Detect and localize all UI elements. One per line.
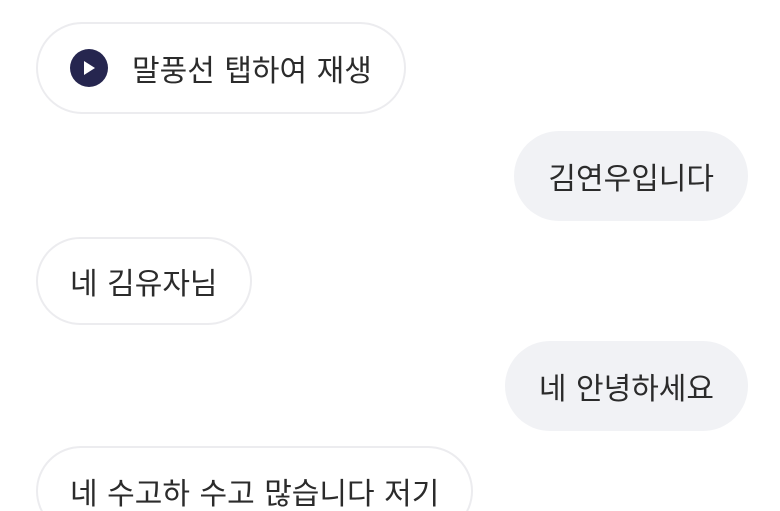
message-text: 네 안녕하세요 [538,372,714,407]
message-bubble-outgoing[interactable]: 네 안녕하세요 [504,341,748,431]
play-icon[interactable] [70,49,108,87]
message-bubble-incoming[interactable]: 네 수고하 수고 많습니다 저기 [36,446,474,511]
message-text: 네 김유자님 [70,267,218,302]
play-hint-bubble[interactable]: 말풍선 탭하여 재생 [36,22,406,114]
message-text: 네 수고하 수고 많습니다 저기 [70,477,440,511]
chat-transcript: 말풍선 탭하여 재생 김연우입니다 네 김유자님 네 안녕하세요 네 수고하 수… [0,0,780,511]
message-bubble-incoming[interactable]: 네 김유자님 [36,237,252,325]
message-text: 김연우입니다 [548,162,714,197]
message-bubble-outgoing[interactable]: 김연우입니다 [514,131,748,221]
play-hint-text: 말풍선 탭하여 재생 [132,54,372,89]
